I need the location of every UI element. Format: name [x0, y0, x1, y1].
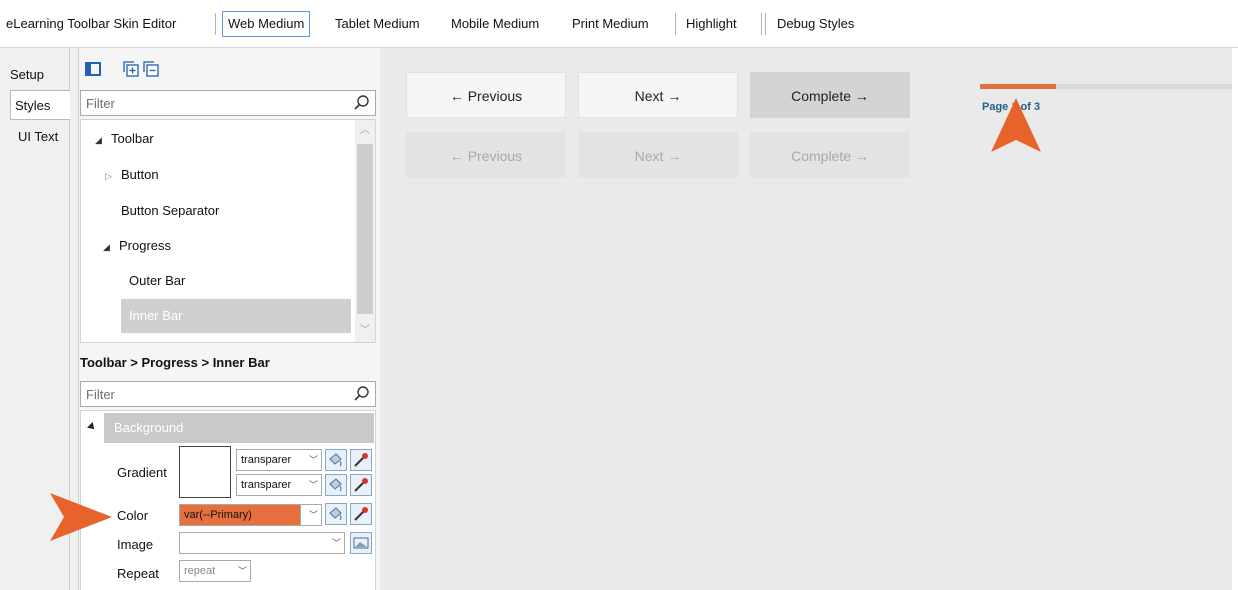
tab-separator	[761, 13, 762, 35]
search-icon[interactable]	[353, 385, 371, 403]
vtab-setup[interactable]: Setup	[6, 60, 64, 90]
chevron-down-icon: ﹀	[237, 566, 247, 576]
gradient-preview	[179, 446, 231, 498]
tab-mobile-medium[interactable]: Mobile Medium	[451, 11, 539, 37]
paint-bucket-icon[interactable]	[325, 474, 347, 496]
style-tree: ◢ Toolbar ▷ Button Button Separator ◢ Progr…	[80, 119, 376, 343]
search-icon[interactable]	[353, 94, 371, 112]
gradient-start-select[interactable]: transparer ﹀	[236, 449, 322, 471]
progress-inner-bar	[980, 84, 1056, 89]
chevron-down-icon: ﹀	[308, 455, 318, 465]
expanded-triangle-icon[interactable]: ◢	[95, 123, 111, 157]
image-picker-icon[interactable]	[350, 532, 372, 554]
tree-filter-input[interactable]: Filter	[80, 90, 376, 116]
previous-button-disabled: ← Previous	[406, 132, 566, 178]
repeat-select[interactable]: repeat ﹀	[179, 560, 251, 582]
gradient-end-select[interactable]: transparer ﹀	[236, 474, 322, 496]
complete-button[interactable]: Complete →	[750, 72, 910, 118]
collapse-all-icon[interactable]	[142, 60, 160, 78]
paint-bucket-icon[interactable]	[325, 449, 347, 471]
gradient-label: Gradient	[117, 465, 167, 480]
expand-all-icon[interactable]	[122, 60, 140, 78]
tab-web-medium[interactable]: Web Medium	[222, 11, 311, 37]
callout-arrow-icon	[991, 98, 1041, 152]
tree-item-button[interactable]: ▷ Button	[81, 158, 355, 192]
tab-print-medium[interactable]: Print Medium	[572, 11, 649, 37]
tab-separator	[765, 13, 766, 35]
vtab-styles[interactable]: Styles	[10, 90, 71, 120]
previous-button[interactable]: ← Previous	[406, 72, 566, 118]
tree-item-outer-bar[interactable]: Outer Bar	[81, 264, 355, 298]
tab-tablet-medium[interactable]: Tablet Medium	[335, 11, 420, 37]
tree-item-button-separator[interactable]: Button Separator	[81, 194, 355, 228]
next-button[interactable]: Next →	[578, 72, 738, 118]
props-filter-input[interactable]: Filter	[80, 381, 376, 407]
color-select[interactable]: var(--Primary)	[179, 504, 301, 526]
tree-item-toolbar[interactable]: ◢ Toolbar	[81, 122, 355, 156]
toolbar-preview	[380, 48, 1238, 590]
props-filter-placeholder: Filter	[86, 387, 115, 402]
color-select-dropdown[interactable]: ﹀	[301, 504, 322, 526]
expanded-triangle-icon[interactable]: ◢	[95, 230, 119, 264]
vtab-ui-text[interactable]: UI Text	[14, 122, 72, 152]
background-section-header[interactable]: Background	[104, 413, 374, 443]
next-button-disabled: Next →	[578, 132, 738, 178]
tab-debug-styles[interactable]: Debug Styles	[777, 11, 854, 37]
tree-filter-placeholder: Filter	[86, 96, 115, 111]
color-label: Color	[117, 508, 149, 523]
collapsed-triangle-icon[interactable]: ▷	[105, 159, 121, 193]
eyedropper-icon[interactable]	[350, 474, 372, 496]
paint-bucket-icon[interactable]	[325, 503, 347, 525]
callout-arrow-icon	[50, 493, 112, 541]
image-select[interactable]: ﹀	[179, 532, 345, 554]
medium-tab-strip: eLearning Toolbar Skin Editor Web Medium…	[0, 0, 1238, 48]
tab-separator	[675, 13, 676, 35]
tab-separator	[215, 13, 216, 35]
eyedropper-icon[interactable]	[350, 449, 372, 471]
breadcrumb: Toolbar > Progress > Inner Bar	[80, 355, 270, 370]
chevron-down-icon: ﹀	[331, 538, 341, 548]
tree-item-inner-bar[interactable]: Inner Bar	[121, 299, 351, 333]
eyedropper-icon[interactable]	[350, 503, 372, 525]
tab-skin-editor[interactable]: eLearning Toolbar Skin Editor	[6, 11, 176, 37]
tree-item-progress[interactable]: ◢ Progress	[81, 229, 355, 263]
scroll-up-icon[interactable]: ︿	[360, 126, 370, 136]
chevron-down-icon: ﹀	[308, 510, 318, 520]
scroll-down-icon[interactable]: ﹀	[360, 326, 370, 336]
window-edge	[1232, 48, 1238, 590]
tab-highlight[interactable]: Highlight	[686, 11, 737, 37]
tree-scrollbar[interactable]: ︿ ﹀	[355, 120, 375, 342]
repeat-label: Repeat	[117, 566, 159, 581]
image-label: Image	[117, 537, 154, 552]
chevron-down-icon: ﹀	[308, 480, 318, 490]
complete-button-disabled: Complete →	[750, 132, 910, 178]
tree-scrollbar-thumb[interactable]	[357, 144, 373, 314]
toggle-panel-icon[interactable]	[84, 60, 102, 78]
